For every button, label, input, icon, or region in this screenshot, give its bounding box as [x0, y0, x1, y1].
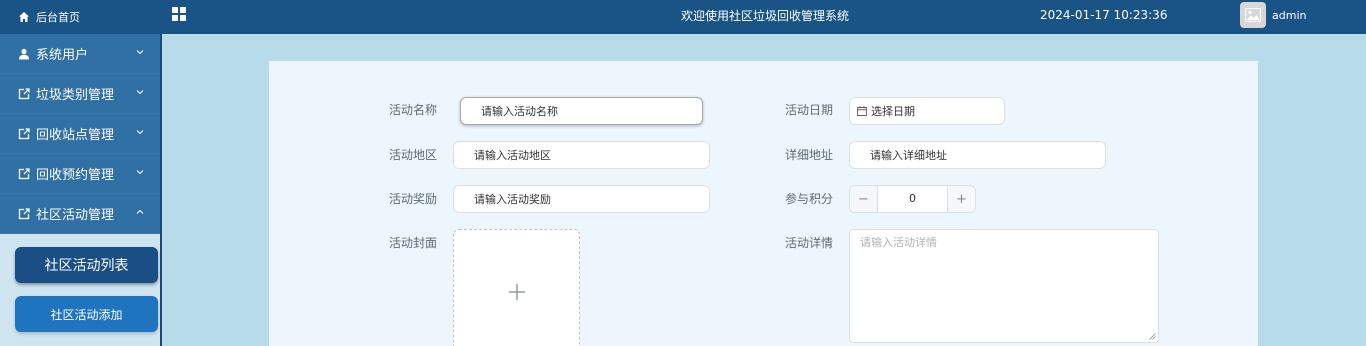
sidebar-item-label: 社区活动管理 — [36, 208, 115, 223]
sidebar-item-community-activity[interactable]: 社区活动管理 — [0, 194, 160, 234]
site-title: 欢迎使用社区垃圾回收管理系统 — [680, 9, 849, 23]
points-value[interactable]: 0 — [878, 186, 947, 212]
activity-name-input[interactable]: 请输入活动名称 — [460, 97, 703, 125]
sidebar-divider — [160, 34, 162, 346]
points-increase-button[interactable]: + — [947, 186, 975, 212]
activity-reward-placeholder: 请输入活动奖励 — [474, 193, 551, 206]
activity-date-picker[interactable]: 选择日期 — [849, 97, 1005, 125]
detail-label: 活动详情 — [784, 236, 833, 250]
chevron-down-icon — [136, 170, 144, 175]
sidebar-item-recycle-booking[interactable]: 回收预约管理 — [0, 154, 160, 194]
home-label: 后台首页 — [36, 11, 80, 24]
resize-handle-icon[interactable] — [1149, 333, 1156, 340]
points-decrease-button[interactable]: − — [850, 186, 878, 212]
top-bar: 后台首页 欢迎使用社区垃圾回收管理系统 2024-01-17 10:23:36 … — [0, 0, 1366, 34]
reward-label: 活动奖励 — [388, 192, 437, 206]
home-link[interactable]: 后台首页 — [0, 0, 160, 34]
sidebar-item-label: 回收站点管理 — [36, 128, 115, 143]
cover-upload[interactable] — [453, 229, 580, 346]
edit-icon — [18, 87, 30, 99]
activity-region-input[interactable]: 请输入活动地区 — [453, 141, 710, 169]
region-label: 活动地区 — [388, 148, 437, 162]
submenu-activity-list[interactable]: 社区活动列表 — [15, 247, 158, 283]
activity-reward-input[interactable]: 请输入活动奖励 — [453, 185, 710, 213]
edit-icon — [18, 127, 30, 139]
datetime: 2024-01-17 10:23:36 — [1040, 8, 1168, 22]
points-stepper[interactable]: − 0 + — [849, 185, 976, 213]
edit-icon — [18, 207, 30, 219]
sidebar-item-label: 垃圾类别管理 — [36, 88, 115, 103]
home-icon — [19, 12, 29, 22]
activity-date-placeholder: 选择日期 — [871, 105, 915, 118]
sidebar-item-recycle-station[interactable]: 回收站点管理 — [0, 114, 160, 154]
activity-form: 活动名称 请输入活动名称 活动日期 选择日期 活动地区 请输入活动地区 详细地址… — [269, 61, 1258, 346]
user-icon — [19, 48, 29, 59]
chevron-up-icon — [136, 209, 144, 214]
sidebar-item-system-users[interactable]: 系统用户 — [0, 34, 160, 74]
activity-name-placeholder: 请输入活动名称 — [481, 105, 558, 118]
activity-region-placeholder: 请输入活动地区 — [474, 149, 551, 162]
submenu-activity-add[interactable]: 社区活动添加 — [15, 296, 158, 332]
cover-label: 活动封面 — [388, 236, 437, 250]
calendar-icon — [857, 106, 867, 116]
date-label: 活动日期 — [784, 103, 833, 117]
chevron-down-icon — [136, 50, 144, 55]
plus-icon — [508, 283, 525, 300]
activity-submenu: 社区活动列表 社区活动添加 — [0, 234, 160, 346]
address-label: 详细地址 — [784, 148, 833, 162]
username[interactable]: admin — [1272, 0, 1306, 34]
activity-detail-textarea[interactable]: 请输入活动详情 — [849, 229, 1159, 343]
detailed-address-placeholder: 请输入详细地址 — [870, 149, 947, 162]
chevron-down-icon — [136, 90, 144, 95]
chevron-down-icon — [136, 130, 144, 135]
avatar[interactable] — [1240, 2, 1266, 28]
detailed-address-input[interactable]: 请输入详细地址 — [849, 141, 1106, 169]
points-label: 参与积分 — [784, 192, 833, 206]
sidebar: 系统用户 垃圾类别管理 回收站点管理 回收预约管理 社区活动管理 社区活动列表 … — [0, 34, 160, 346]
sidebar-item-label: 回收预约管理 — [36, 168, 115, 183]
edit-icon — [18, 167, 30, 179]
activity-detail-placeholder: 请输入活动详情 — [860, 236, 937, 249]
name-label: 活动名称 — [388, 103, 437, 117]
sidebar-item-waste-category[interactable]: 垃圾类别管理 — [0, 74, 160, 114]
image-icon — [1245, 8, 1261, 22]
grid-menu-icon[interactable] — [171, 6, 187, 22]
sidebar-item-label: 系统用户 — [36, 48, 89, 63]
